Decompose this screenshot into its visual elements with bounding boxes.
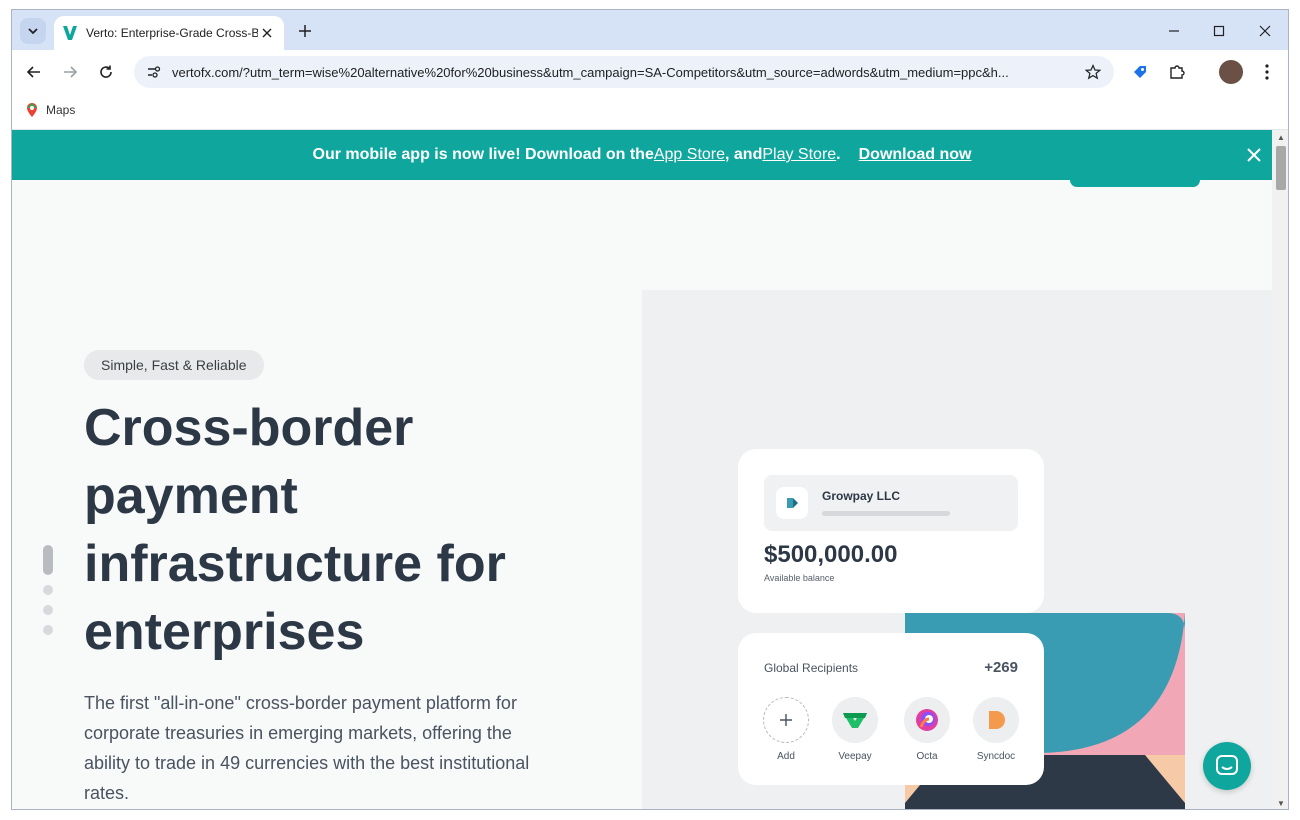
minimize-icon	[1169, 30, 1179, 32]
banner-close-button[interactable]	[1244, 145, 1264, 165]
company-name: Growpay LLC	[822, 489, 901, 503]
chevron-down-icon	[28, 28, 38, 35]
close-icon	[1247, 148, 1261, 162]
bookmark-star-icon[interactable]	[1082, 61, 1104, 83]
header-cta-button[interactable]	[1070, 180, 1200, 187]
slide-indicator	[43, 545, 53, 645]
tab-title: Verto: Enterprise-Grade Cross-B	[86, 26, 258, 40]
balance-card: Growpay LLC $500,000.00 Available balanc…	[738, 449, 1044, 613]
download-now-link[interactable]: Download now	[859, 146, 972, 164]
verto-favicon-icon	[62, 25, 78, 41]
address-bar[interactable]: vertofx.com/?utm_term=wise%20alternative…	[134, 56, 1114, 88]
browser-window: Verto: Enterprise-Grade Cross-B vertofx.…	[11, 9, 1289, 810]
company-placeholder-bar	[822, 511, 950, 516]
site-info-icon[interactable]	[144, 62, 164, 82]
extensions-puzzle-icon[interactable]	[1165, 60, 1189, 84]
tab-search-button[interactable]	[20, 18, 46, 44]
chat-icon	[1216, 755, 1238, 775]
tagline-pill: Simple, Fast & Reliable	[84, 350, 264, 380]
recipient-label: Add	[777, 751, 795, 762]
url-text[interactable]: vertofx.com/?utm_term=wise%20alternative…	[172, 65, 1082, 80]
slide-dot[interactable]	[43, 605, 53, 615]
slide-dot[interactable]	[43, 585, 53, 595]
maximize-button[interactable]	[1206, 18, 1232, 44]
browser-toolbar: vertofx.com/?utm_term=wise%20alternative…	[12, 50, 1288, 94]
recipient-add[interactable]: Add	[756, 697, 816, 762]
banner-middle-text: , and	[725, 146, 763, 163]
slide-dot[interactable]	[43, 625, 53, 635]
arrow-left-icon	[26, 66, 40, 78]
profile-avatar[interactable]	[1219, 60, 1243, 84]
plus-icon	[299, 25, 311, 37]
tab-active[interactable]: Verto: Enterprise-Grade Cross-B	[54, 16, 284, 50]
banner-lead-text: Our mobile app is now live! Download on …	[312, 146, 654, 163]
veepay-logo-icon	[832, 697, 878, 743]
company-box: Growpay LLC	[764, 475, 1018, 531]
recipient-octa[interactable]: Octa	[897, 697, 957, 762]
bookmark-maps[interactable]: Maps	[24, 102, 75, 118]
balance-amount: $500,000.00	[764, 541, 898, 568]
bookmark-label: Maps	[46, 103, 76, 117]
recipient-veepay[interactable]: Veepay	[825, 697, 885, 762]
back-button[interactable]	[22, 60, 46, 84]
recipient-syncdoc[interactable]: Syncdoc	[966, 697, 1026, 762]
growpay-logo-icon	[776, 487, 808, 519]
hero-subtext: The first "all-in-one" cross-border paym…	[84, 693, 530, 803]
close-icon[interactable]	[258, 24, 276, 42]
page-scrollbar[interactable]: ▲ ▼	[1272, 130, 1288, 809]
reload-button[interactable]	[94, 60, 118, 84]
slide-dot-active[interactable]	[43, 545, 53, 575]
balance-label: Available balance	[764, 573, 835, 583]
recipients-card: Global Recipients +269 Add Veepay Octa S…	[738, 633, 1044, 785]
menu-kebab-icon[interactable]	[1255, 60, 1279, 84]
recipient-label: Syncdoc	[976, 751, 1016, 762]
bookmarks-bar: Maps	[12, 94, 1288, 130]
chat-widget-button[interactable]	[1203, 742, 1251, 790]
new-tab-button[interactable]	[294, 20, 316, 42]
close-window-button[interactable]	[1252, 18, 1278, 44]
scroll-up-arrow-icon[interactable]: ▲	[1276, 132, 1286, 142]
plus-icon	[763, 697, 809, 743]
arrow-right-icon	[64, 66, 78, 78]
scrollbar-thumb[interactable]	[1276, 146, 1286, 190]
close-icon	[1259, 25, 1271, 37]
forward-button[interactable]	[58, 60, 82, 84]
maps-pin-icon	[27, 103, 37, 117]
banner-period-text: .	[836, 146, 841, 163]
app-announcement-banner: Our mobile app is now live! Download on …	[12, 130, 1272, 180]
play-store-link[interactable]: Play Store	[762, 146, 836, 164]
minimize-button[interactable]	[1161, 18, 1187, 44]
tab-strip: Verto: Enterprise-Grade Cross-B	[12, 10, 1288, 50]
maximize-icon	[1213, 25, 1225, 37]
recipient-label: Octa	[916, 751, 938, 762]
page-viewport: Our mobile app is now live! Download on …	[12, 130, 1272, 809]
recipients-count: +269	[984, 659, 1018, 676]
recipient-label: Veepay	[838, 751, 872, 762]
syncdoc-logo-icon	[973, 697, 1019, 743]
reload-icon	[100, 65, 112, 78]
scroll-down-arrow-icon[interactable]: ▼	[1276, 798, 1286, 808]
recipients-title: Global Recipients	[764, 661, 859, 675]
app-store-link[interactable]: App Store	[654, 146, 725, 164]
hero-headline: Cross-border payment infrastructure for …	[84, 399, 506, 661]
octa-logo-icon	[904, 697, 950, 743]
extension-tag-icon[interactable]	[1128, 60, 1152, 84]
